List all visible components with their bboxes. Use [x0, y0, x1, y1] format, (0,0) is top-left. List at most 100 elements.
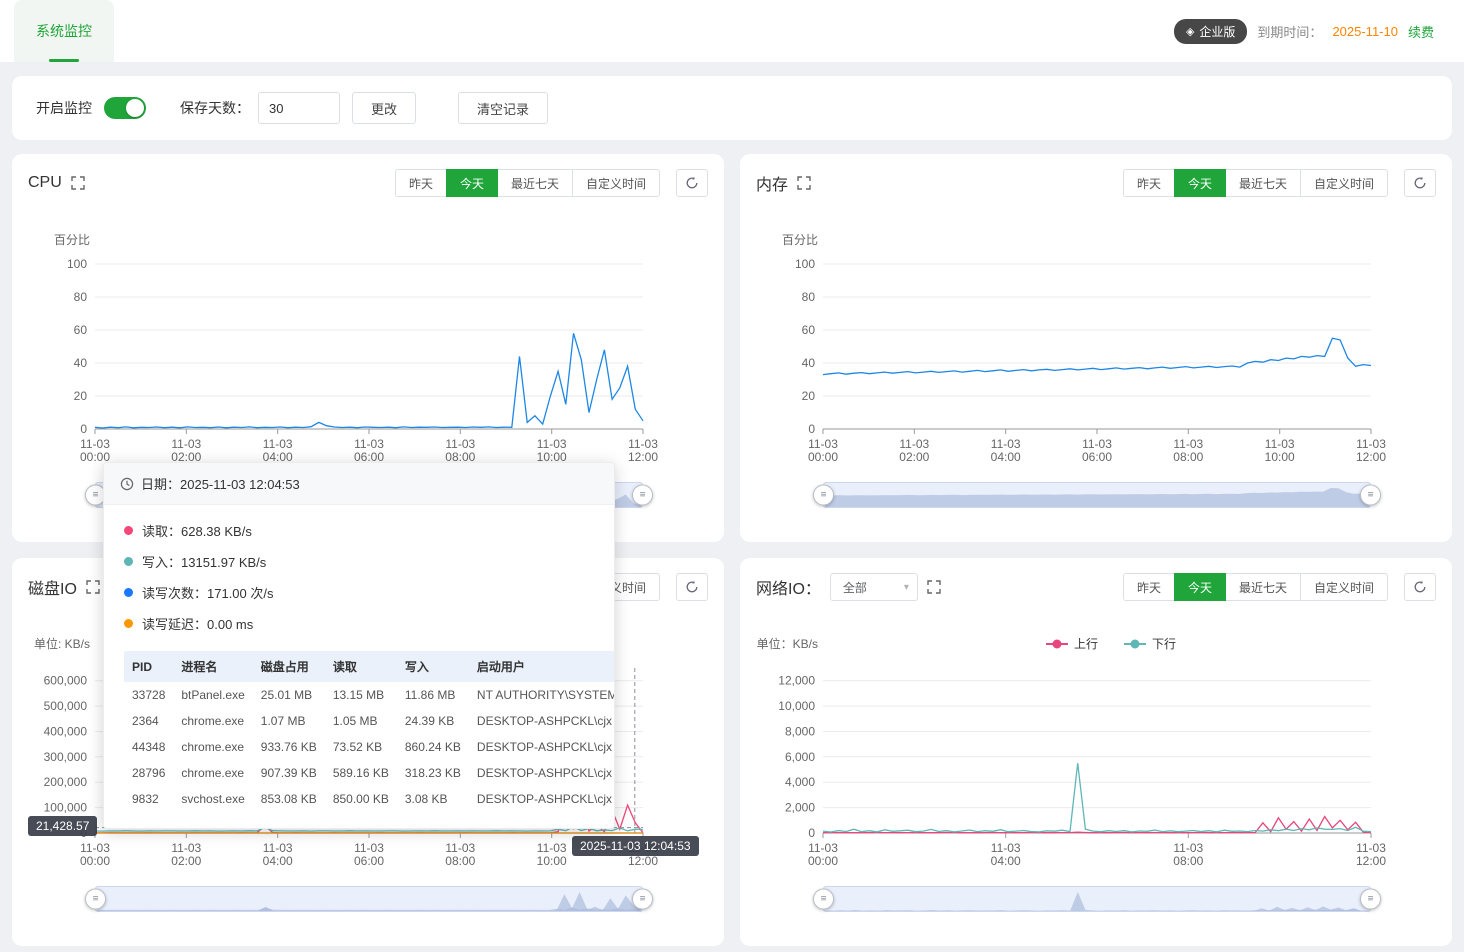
diamond-icon: ◈ [1186, 25, 1194, 38]
table-header-cell: 磁盘占用 [253, 651, 325, 682]
y-axis-pointer-badge: 21,428.57 [28, 816, 97, 836]
expand-icon[interactable] [71, 176, 85, 190]
save-days-input[interactable] [258, 92, 340, 124]
svg-text:100: 100 [795, 257, 815, 271]
table-header-cell: PID [124, 651, 173, 682]
svg-text:6,000: 6,000 [785, 750, 815, 764]
svg-text:12,000: 12,000 [778, 674, 815, 688]
svg-text:11-0310:00: 11-0310:00 [537, 841, 567, 868]
svg-text:200,000: 200,000 [44, 775, 88, 789]
cpu-today-button[interactable]: 今天 [446, 169, 498, 197]
network-datazoom-right-handle[interactable]: ≡ [1360, 889, 1381, 910]
svg-text:11-0302:00: 11-0302:00 [171, 437, 201, 464]
tooltip-item: 读取：628.38 KB/s [124, 515, 594, 546]
svg-text:11-0300:00: 11-0300:00 [80, 841, 110, 868]
network-time-range-group: 昨天 今天 最近七天 自定义时间 [1123, 573, 1388, 601]
network-interface-value: 全部 [843, 579, 867, 596]
network-custom-time-button[interactable]: 自定义时间 [1300, 573, 1388, 601]
svg-text:2,000: 2,000 [785, 801, 815, 815]
expand-icon[interactable] [86, 580, 100, 594]
clear-records-button[interactable]: 清空记录 [458, 92, 548, 124]
svg-text:11-0310:00: 11-0310:00 [1265, 437, 1295, 464]
memory-refresh-button[interactable] [1404, 169, 1436, 197]
table-row: 9832svchost.exe853.08 KB850.00 KB3.08 KB… [124, 786, 615, 812]
network-io-panel: 网络IO： 全部 ▾ 昨天 今天 最近七天 自定义时间 [740, 558, 1452, 946]
table-cell: svchost.exe [173, 786, 252, 812]
toggle-knob [126, 99, 144, 117]
network-interface-select[interactable]: 全部 ▾ [830, 573, 918, 601]
memory-last7days-button[interactable]: 最近七天 [1225, 169, 1301, 197]
svg-text:11-0308:00: 11-0308:00 [445, 437, 475, 464]
network-refresh-button[interactable] [1404, 573, 1436, 601]
series-color-dot [124, 619, 133, 628]
expand-icon[interactable] [927, 580, 941, 594]
disk-datazoom[interactable]: ≡ ≡ [95, 886, 643, 912]
memory-datazoom[interactable]: ≡ ≡ [823, 482, 1371, 508]
cpu-last7days-button[interactable]: 最近七天 [497, 169, 573, 197]
svg-text:100,000: 100,000 [44, 801, 88, 815]
table-cell: 1.07 MB [253, 708, 325, 734]
svg-text:300,000: 300,000 [44, 750, 88, 764]
memory-yesterday-button[interactable]: 昨天 [1123, 169, 1175, 197]
network-today-button[interactable]: 今天 [1174, 573, 1226, 601]
edition-label: 企业版 [1199, 23, 1235, 40]
table-cell: 860.24 KB [397, 734, 469, 760]
disk-datazoom-right-handle[interactable]: ≡ [632, 889, 653, 910]
tooltip-process-table: PID进程名磁盘占用读取写入启动用户 33728btPanel.exe25.01… [124, 651, 615, 812]
memory-panel: 内存 昨天 今天 最近七天 自定义时间 [740, 154, 1452, 542]
cpu-datazoom-right-handle[interactable]: ≡ [632, 485, 653, 506]
disk-refresh-button[interactable] [676, 573, 708, 601]
svg-text:80: 80 [74, 290, 88, 304]
memory-today-button[interactable]: 今天 [1174, 169, 1226, 197]
disk-datazoom-left-handle[interactable]: ≡ [85, 889, 106, 910]
change-button[interactable]: 更改 [352, 92, 416, 124]
svg-text:百分比: 百分比 [54, 233, 90, 247]
memory-panel-title: 内存 [756, 171, 811, 195]
svg-text:20: 20 [802, 389, 816, 403]
network-datazoom[interactable]: ≡ ≡ [823, 886, 1371, 912]
top-bar: 系统监控 ◈ 企业版 到期时间： 2025-11-10 续费 [0, 0, 1464, 62]
svg-text:11-0312:00: 11-0312:00 [1356, 841, 1386, 868]
cpu-custom-time-button[interactable]: 自定义时间 [572, 169, 660, 197]
memory-custom-time-button[interactable]: 自定义时间 [1300, 169, 1388, 197]
memory-time-range-group: 昨天 今天 最近七天 自定义时间 [1123, 169, 1388, 197]
table-cell: 25.01 MB [253, 682, 325, 708]
table-cell: 850.00 KB [325, 786, 397, 812]
svg-text:11-0300:00: 11-0300:00 [808, 841, 838, 868]
monitor-toggle[interactable] [104, 97, 146, 119]
expand-icon[interactable] [797, 176, 811, 190]
memory-datazoom-right-handle[interactable]: ≡ [1360, 485, 1381, 506]
network-io-title-text: 网络IO： [756, 575, 821, 599]
expiry-date: 2025-11-10 [1332, 24, 1398, 39]
table-row: 2364chrome.exe1.07 MB1.05 MB24.39 KBDESK… [124, 708, 615, 734]
svg-text:11-0312:00: 11-0312:00 [628, 437, 658, 464]
cpu-yesterday-button[interactable]: 昨天 [395, 169, 447, 197]
monitor-toggle-label: 开启监控 [36, 98, 92, 118]
svg-text:11-0312:00: 11-0312:00 [1356, 437, 1386, 464]
license-info: ◈ 企业版 到期时间： 2025-11-10 续费 [1174, 0, 1434, 62]
network-last7days-button[interactable]: 最近七天 [1225, 573, 1301, 601]
table-cell: 853.08 KB [253, 786, 325, 812]
network-yesterday-button[interactable]: 昨天 [1123, 573, 1175, 601]
cpu-refresh-button[interactable] [676, 169, 708, 197]
network-datazoom-left-handle[interactable]: ≡ [813, 889, 834, 910]
svg-text:100: 100 [67, 257, 87, 271]
series-color-dot [124, 588, 133, 597]
tab-label: 系统监控 [36, 21, 92, 41]
svg-text:下行: 下行 [1152, 637, 1176, 651]
table-cell: chrome.exe [173, 734, 252, 760]
svg-text:80: 80 [802, 290, 816, 304]
svg-text:11-0310:00: 11-0310:00 [537, 437, 567, 464]
svg-text:0: 0 [808, 826, 815, 840]
table-row: 33728btPanel.exe25.01 MB13.15 MB11.86 MB… [124, 682, 615, 708]
renew-link[interactable]: 续费 [1408, 22, 1434, 41]
svg-text:40: 40 [802, 356, 816, 370]
cpu-panel-title: CPU [28, 174, 85, 192]
table-cell: DESKTOP-ASHPCKL\cjx [469, 734, 615, 760]
tab-system-monitor[interactable]: 系统监控 [14, 0, 114, 62]
table-cell: 33728 [124, 682, 173, 708]
memory-datazoom-left-handle[interactable]: ≡ [813, 485, 834, 506]
svg-text:单位：KB/s: 单位：KB/s [757, 636, 818, 651]
svg-text:0: 0 [808, 422, 815, 436]
svg-text:10,000: 10,000 [778, 699, 815, 713]
